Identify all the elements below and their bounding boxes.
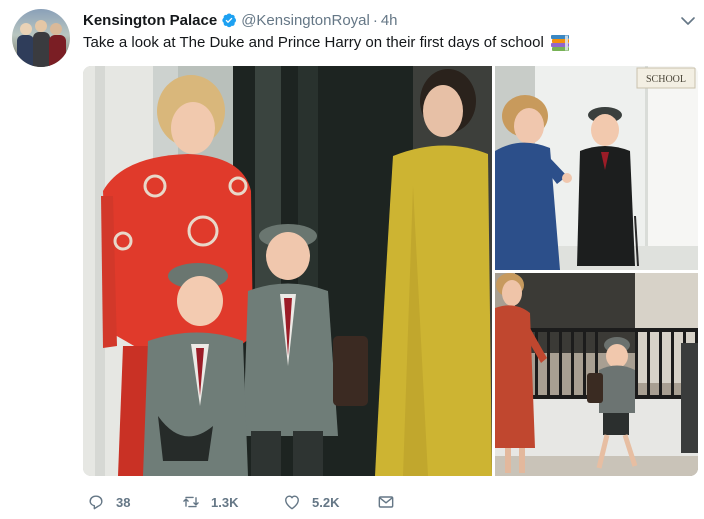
photo-top-right[interactable]: SCHOOL: [495, 66, 698, 270]
like-button[interactable]: 5.2K: [282, 492, 339, 512]
timestamp[interactable]: 4h: [381, 12, 398, 29]
tweet-header: Kensington Palace @KensingtonRoyal · 4h: [83, 10, 398, 30]
display-name[interactable]: Kensington Palace: [83, 12, 217, 29]
retweet-count: 1.3K: [211, 494, 239, 510]
retweet-icon: [183, 496, 199, 508]
tweet-actions: 38 1.3K 5.2K: [86, 492, 466, 514]
separator-dot: ·: [372, 11, 378, 29]
photo-bottom-right[interactable]: [495, 273, 698, 476]
avatar[interactable]: [12, 9, 70, 67]
retweet-button[interactable]: 1.3K: [181, 492, 238, 512]
tweet-text: Take a look at The Duke and Prince Harry…: [83, 33, 570, 53]
reply-icon: [89, 495, 103, 510]
media-grid: SCHOOL: [83, 66, 698, 476]
user-handle[interactable]: @KensingtonRoyal: [241, 12, 370, 29]
reply-count: 38: [116, 494, 131, 510]
direct-message-button[interactable]: [376, 492, 406, 512]
verified-badge-icon: [221, 12, 237, 28]
heart-icon: [285, 495, 299, 510]
photo-main[interactable]: [83, 66, 492, 476]
tweet-body: Take a look at The Duke and Prince Harry…: [83, 34, 544, 51]
chevron-down-icon[interactable]: [679, 12, 697, 30]
envelope-icon: [378, 496, 394, 508]
school-sign: SCHOOL: [646, 74, 686, 85]
like-count: 5.2K: [312, 494, 340, 510]
reply-button[interactable]: 38: [86, 492, 130, 512]
books-emoji-icon: [550, 34, 570, 52]
